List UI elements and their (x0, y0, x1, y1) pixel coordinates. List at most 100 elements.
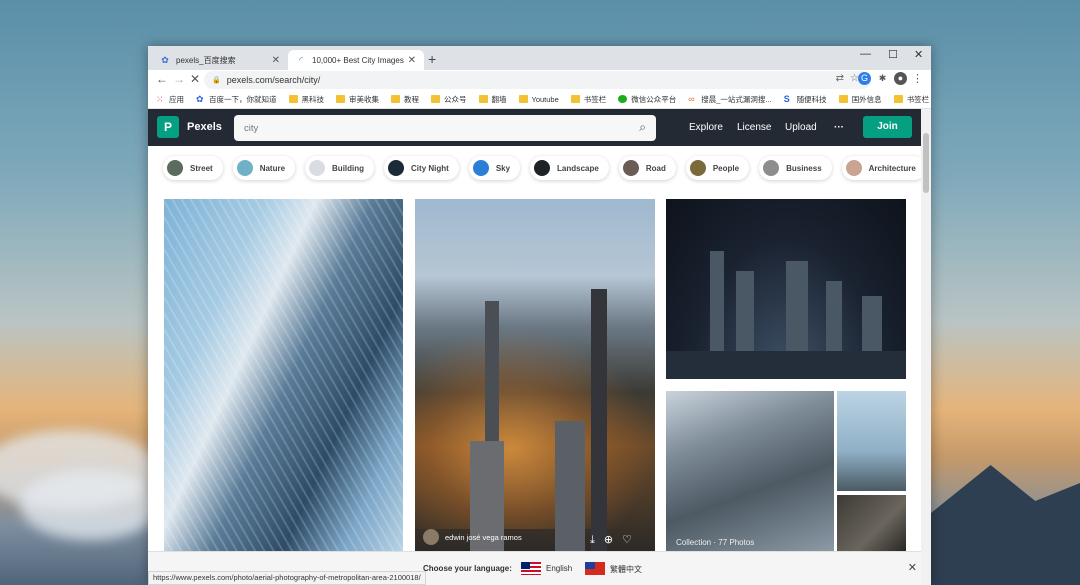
chip-sky[interactable]: Sky (468, 156, 521, 180)
bookmark-label: 教程 (404, 94, 419, 104)
maximize-icon[interactable]: ☐ (888, 48, 898, 61)
bookmark-folder[interactable]: 书签栏 (893, 94, 930, 105)
chip-business[interactable]: Business (759, 156, 832, 180)
nav-license[interactable]: License (737, 122, 771, 133)
bookmark-wechat[interactable]: 微信公众平台 (618, 94, 676, 105)
bookmark-apps[interactable]: ⁙ 应用 (156, 94, 184, 105)
chip-nature[interactable]: Nature (232, 156, 296, 180)
bookmark-label: 随便科技 (796, 94, 827, 104)
language-prompt: Choose your language: (423, 564, 512, 573)
chip-road[interactable]: Road (618, 156, 676, 180)
add-collection-icon[interactable]: ⊕ (604, 534, 622, 546)
back-arrow-icon[interactable]: ← (156, 72, 168, 86)
photo-city-aerial[interactable]: edwin josé vega ramos ⤓⊕♡ (415, 199, 655, 551)
building-shape (710, 251, 724, 351)
bookmark-baidu[interactable]: ✿ 百度一下，你就知道 (196, 94, 277, 105)
translate-icon[interactable]: ⇄ (836, 73, 850, 84)
pexels-logo-icon[interactable]: P (157, 116, 179, 138)
photo-night-skyline[interactable] (666, 199, 906, 379)
bookmark-label: 翻墙 (491, 94, 507, 104)
close-tab-icon[interactable]: ✕ (272, 55, 280, 66)
tw-flag-icon[interactable] (585, 562, 605, 575)
photo-actions: ⤓⊕♡ (590, 533, 641, 547)
browser-menu-icon[interactable]: ⋮ (912, 72, 923, 85)
chip-city-night[interactable]: City Night (384, 156, 459, 180)
bookmark-suibian[interactable]: S 随便科技 (784, 94, 827, 105)
chip-landscape[interactable]: Landscape (530, 156, 609, 180)
tab-pexels[interactable]: ◜ 10,000+ Best City Images · 10... ✕ (288, 50, 424, 70)
bookmark-folder[interactable]: 黑科技 (288, 94, 324, 105)
photo-collection-window[interactable] (837, 391, 906, 491)
building-shape (736, 271, 754, 351)
search-value: city (244, 122, 259, 134)
close-icon[interactable]: ✕ (908, 561, 917, 574)
chip-people[interactable]: People (685, 156, 750, 180)
download-icon[interactable]: ⤓ (590, 534, 604, 546)
photo-glass-skyscraper[interactable] (164, 199, 403, 551)
page-scrollbar[interactable] (921, 109, 931, 585)
bookmark-folder[interactable]: 书签栏 (570, 94, 606, 105)
more-menu-icon[interactable]: ··· (834, 122, 844, 133)
photo-credit[interactable]: edwin josé vega ramos (423, 529, 522, 545)
bookmark-folder[interactable]: 翻墙 (478, 94, 507, 105)
photo-collection-main[interactable]: Collection · 77 Photos (666, 391, 834, 551)
bookmark-folder[interactable]: 审美收集 (336, 94, 379, 105)
scrollbar-thumb[interactable] (923, 133, 929, 193)
close-tab-icon[interactable]: ✕ (408, 55, 416, 66)
loading-spinner-icon: ◜ (299, 55, 303, 65)
wechat-icon (618, 95, 628, 103)
chip-thumbnail (388, 160, 405, 176)
chip-street[interactable]: Street (163, 156, 223, 180)
photographer-name: edwin josé vega ramos (445, 532, 522, 542)
chip-thumbnail (622, 160, 639, 176)
building-shape (862, 296, 882, 351)
join-button[interactable]: Join (863, 116, 912, 138)
language-english[interactable]: English (546, 564, 572, 573)
bookmark-label: 审美收集 (349, 94, 379, 104)
heart-icon[interactable]: ♡ (622, 534, 641, 546)
search-icon[interactable]: ⌕ (639, 120, 646, 135)
nav-upload[interactable]: Upload (785, 122, 817, 133)
chip-thumbnail (472, 160, 489, 176)
bookmark-label: Youtube (531, 94, 559, 104)
baidu-paw-icon: ✿ (196, 94, 204, 104)
us-flag-icon[interactable] (521, 562, 541, 575)
bookmark-folder[interactable]: Youtube (518, 94, 559, 104)
extension-g-icon[interactable]: G (858, 72, 871, 85)
browser-window: ✿ pexels_百度搜索 ✕ ◜ 10,000+ Best City Imag… (148, 46, 931, 585)
folder-icon (478, 95, 488, 103)
bookmark-label: 公众号 (444, 94, 467, 104)
bookmark-label: 百度一下，你就知道 (209, 94, 277, 104)
bookmark-label: 搜晨_一站式漏洞搜... (701, 94, 772, 104)
s-logo-icon: S (783, 94, 790, 104)
search-input[interactable]: city ⌕ (234, 115, 656, 141)
pexels-logo-text[interactable]: Pexels (187, 121, 222, 133)
nav-explore[interactable]: Explore (689, 122, 723, 133)
bookmark-folder[interactable]: 公众号 (431, 94, 467, 105)
photo-collection-desk[interactable] (837, 495, 906, 551)
bookmark-folder[interactable]: 教程 (391, 94, 419, 105)
forward-arrow-icon[interactable]: → (173, 72, 185, 86)
stop-loading-icon[interactable]: ✕ (190, 72, 200, 86)
profile-avatar-icon[interactable]: ● (894, 72, 907, 85)
address-bar[interactable]: 🔒 pexels.com/search/city/ ⇄☆ (204, 71, 871, 89)
baidu-paw-icon: ✿ (161, 55, 169, 65)
new-tab-icon[interactable]: + (428, 51, 436, 67)
minimize-icon[interactable]: — (860, 48, 871, 60)
chip-architecture[interactable]: Architecture (841, 156, 926, 180)
chip-building[interactable]: Building (305, 156, 375, 180)
link-icon: ∞ (688, 94, 695, 104)
lock-icon: 🔒 (212, 77, 221, 84)
pexels-header: P Pexels city ⌕ Explore License Upload ·… (148, 109, 931, 146)
bookmark-souchen[interactable]: ∞ 搜晨_一站式漏洞搜... (688, 94, 771, 105)
puzzle-extensions-icon[interactable]: ✱ (876, 72, 889, 85)
tab-baidu[interactable]: ✿ pexels_百度搜索 ✕ (152, 50, 288, 70)
bookmark-label: 书签栏 (906, 94, 930, 104)
desktop-mountain (931, 465, 1080, 585)
bookmark-folder[interactable]: 国外信息 (838, 94, 882, 105)
language-traditional-chinese[interactable]: 繁體中文 (610, 564, 642, 575)
folder-icon (391, 95, 400, 103)
window-close-icon[interactable]: ✕ (914, 48, 923, 61)
desktop-cloud (20, 470, 160, 540)
chip-thumbnail (534, 160, 551, 176)
